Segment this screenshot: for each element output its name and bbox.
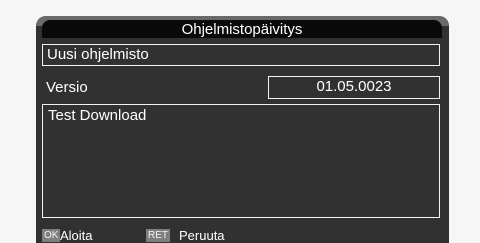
version-value: 01.05.0023 bbox=[268, 76, 440, 99]
cancel-label[interactable]: Peruuta bbox=[179, 229, 225, 243]
ok-key-badge[interactable]: OK bbox=[42, 229, 61, 242]
description-area: Test Download bbox=[42, 104, 440, 218]
start-label[interactable]: Aloita bbox=[60, 229, 93, 243]
dialog-title: Ohjelmistopäivitys bbox=[42, 20, 442, 38]
software-name-field: Uusi ohjelmisto bbox=[42, 44, 440, 66]
version-label: Versio bbox=[46, 79, 88, 96]
ret-key-badge[interactable]: RET bbox=[146, 229, 170, 242]
footer-bar: OK Aloita RET Peruuta bbox=[0, 228, 480, 243]
